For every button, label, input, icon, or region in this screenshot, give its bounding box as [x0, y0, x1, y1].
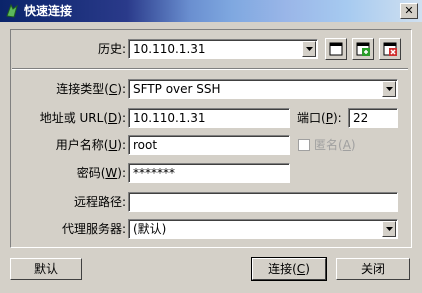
history-properties-button[interactable]: [325, 38, 347, 60]
address-value: 10.110.1.31: [133, 111, 206, 125]
history-add-button[interactable]: [352, 38, 374, 60]
chevron-down-icon: [386, 87, 393, 91]
window-title: 快速连接: [24, 4, 73, 18]
default-button[interactable]: 默认: [10, 258, 82, 280]
add-icon: [356, 42, 370, 56]
chevron-down-icon: [306, 47, 313, 51]
conn-type-label: 连接类型(C):: [56, 82, 126, 96]
proxy-label: 代理服务器:: [61, 222, 126, 236]
history-value: 10.110.1.31: [133, 42, 206, 56]
history-label: 历史:: [97, 42, 126, 56]
title-bar: 快速连接 ✕: [0, 0, 422, 22]
proxy-select[interactable]: (默认): [128, 219, 398, 239]
port-input[interactable]: 22: [348, 108, 398, 128]
separator: [12, 68, 408, 70]
remote-path-input[interactable]: [128, 192, 398, 212]
chevron-down-icon: [386, 227, 393, 231]
history-select[interactable]: 10.110.1.31: [128, 39, 318, 59]
username-value: root: [133, 138, 158, 152]
proxy-value: (默认): [133, 222, 167, 236]
address-input[interactable]: 10.110.1.31: [128, 108, 290, 128]
conn-type-dropdown-button[interactable]: [382, 81, 396, 97]
username-label: 用户名称(U):: [55, 138, 126, 152]
window-icon: [329, 42, 343, 56]
username-input[interactable]: root: [128, 135, 290, 155]
delete-icon: [383, 42, 397, 56]
port-value: 22: [353, 111, 369, 125]
remote-path-label: 远程路径:: [73, 195, 126, 209]
password-label: 密码(W):: [76, 166, 126, 180]
close-button[interactable]: 关闭: [336, 258, 410, 280]
close-window-button[interactable]: ✕: [400, 3, 418, 19]
password-value: *******: [133, 166, 175, 180]
anonymous-checkbox[interactable]: [298, 139, 310, 151]
history-dropdown-button[interactable]: [302, 41, 316, 57]
proxy-dropdown-button[interactable]: [382, 221, 396, 237]
address-label: 地址或 URL(D):: [39, 111, 126, 125]
conn-type-value: SFTP over SSH: [133, 82, 221, 96]
connect-button[interactable]: 连接(C): [251, 257, 327, 281]
conn-type-select[interactable]: SFTP over SSH: [128, 79, 398, 99]
history-delete-button[interactable]: [379, 38, 401, 60]
port-label: 端口(P):: [297, 111, 342, 125]
close-icon: ✕: [404, 4, 414, 17]
anonymous-label: 匿名(A): [314, 138, 356, 152]
app-icon: [4, 3, 20, 19]
password-input[interactable]: *******: [128, 163, 290, 183]
